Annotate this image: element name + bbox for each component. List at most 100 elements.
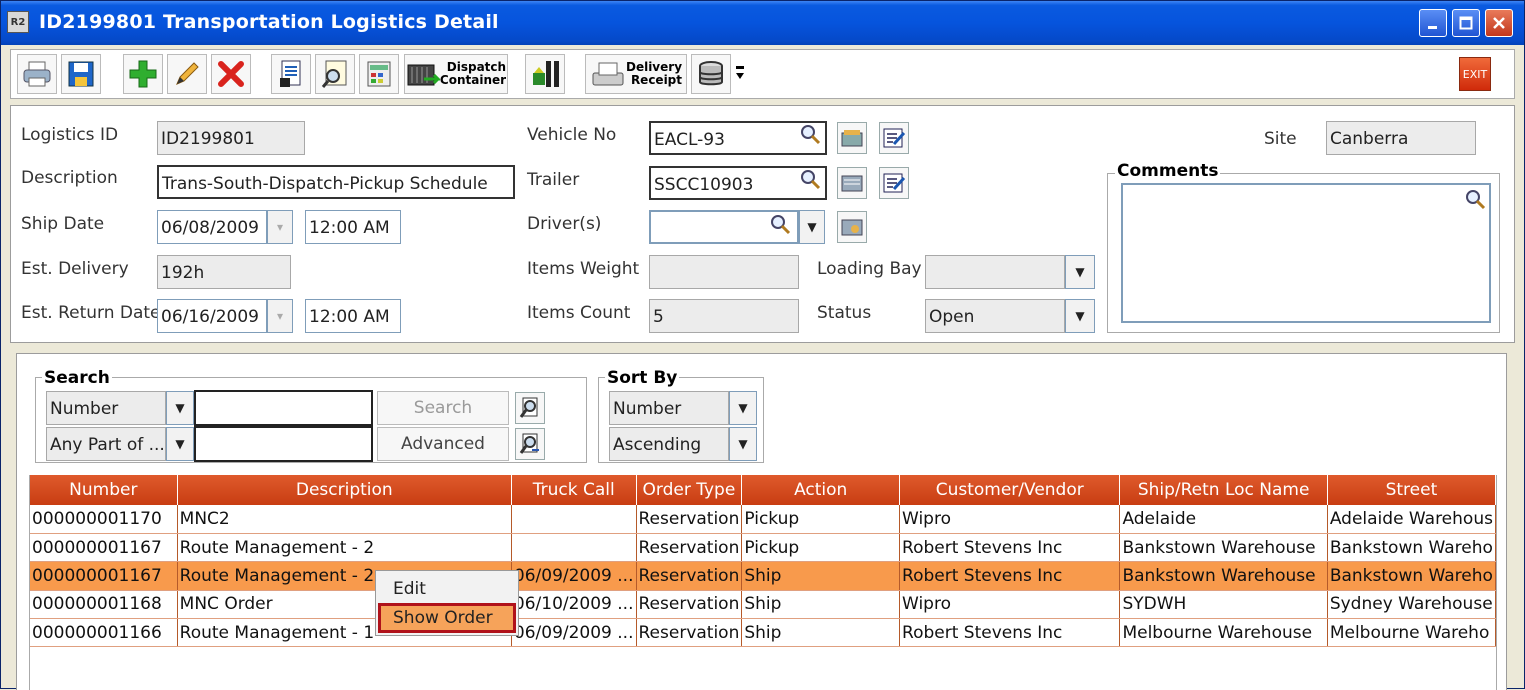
delivery-receipt-button[interactable]: Delivery Receipt [585, 54, 687, 94]
close-button[interactable] [1485, 9, 1513, 37]
drivers-label: Driver(s) [527, 214, 602, 234]
dispatch-label-2: Container [439, 73, 507, 87]
search-input[interactable] [194, 390, 373, 426]
comments-field[interactable] [1121, 183, 1491, 323]
column-header[interactable]: Truck Call [511, 475, 637, 505]
items-count-label: Items Count [527, 303, 631, 323]
column-header[interactable]: Ship/Retn Loc Name [1119, 475, 1328, 505]
status-dropdown[interactable]: ▼ [1065, 299, 1095, 333]
table-cell: Reservation [636, 618, 743, 648]
est-return-dropdown[interactable]: ▾ [267, 299, 293, 333]
table-cell: 000000001166 [30, 618, 178, 648]
title-bar[interactable]: R2 ID2199801 Transportation Logistics De… [1, 1, 1524, 45]
table-row[interactable]: 000000001170 MNC2 Reservation Pickup Wipro Ad… [30, 505, 1496, 534]
status-select[interactable]: Open [925, 299, 1065, 333]
sort-field-select[interactable]: Number [609, 391, 729, 425]
logistics-id-label: Logistics ID [21, 125, 119, 145]
est-return-date-field[interactable]: 06/16/2009 [157, 299, 267, 333]
menu-item-show-order[interactable]: Show Order [378, 603, 516, 633]
add-button[interactable] [123, 54, 163, 94]
table-cell: Bankstown Warehouse [1119, 533, 1328, 563]
table-row[interactable]: 000000001167 Route Management - 2 Reservat… [30, 533, 1496, 563]
column-header[interactable]: Street [1327, 475, 1496, 505]
items-count-field: 5 [649, 299, 799, 333]
est-return-label: Est. Return Date [21, 303, 161, 323]
table-cell: Robert Stevens Inc [899, 618, 1121, 648]
chevron-down-icon: ▼ [175, 401, 185, 415]
match-type-dropdown[interactable]: ▼ [166, 427, 194, 461]
table-row[interactable]: 000000001166 Route Management - 1 06/09/20… [30, 618, 1496, 648]
table-cell: 06/09/2009 ... [511, 618, 637, 648]
advanced-find-button[interactable] [515, 428, 545, 460]
chevron-down-icon: ▾ [276, 220, 284, 234]
minimize-icon [1428, 26, 1437, 29]
table-cell: Melbourne Warehouse [1119, 618, 1328, 648]
vehicle-no-label: Vehicle No [527, 125, 617, 145]
edit-button[interactable] [167, 54, 207, 94]
loading-dock-button[interactable] [525, 54, 565, 94]
table-row[interactable]: 000000001168 MNC Order 06/10/2009 ... Reser… [30, 590, 1496, 620]
column-header[interactable]: Description [177, 475, 512, 505]
trailer-label: Trailer [527, 170, 580, 190]
match-type-select[interactable]: Any Part of ... [46, 427, 166, 461]
table-cell: Ship [741, 590, 901, 620]
search-button[interactable]: Search [377, 391, 509, 425]
search-icon[interactable] [799, 168, 821, 190]
table-cell: 06/09/2009 ... [511, 561, 637, 591]
search-input-2[interactable] [194, 426, 373, 462]
dispatch-container-button[interactable]: Dispatch Container [404, 54, 508, 94]
drivers-lookup-button[interactable] [837, 211, 867, 243]
table-row[interactable]: 000000001167 Route Management - 2 06/09/20… [30, 561, 1496, 591]
exit-button[interactable]: EXIT [1457, 54, 1493, 94]
table-cell [511, 533, 637, 563]
est-return-time-field[interactable]: 12:00 AM [305, 299, 401, 333]
description-field[interactable]: Trans-South-Dispatch-Pickup Schedule [157, 165, 515, 199]
search-field-select[interactable]: Number [46, 391, 166, 425]
advanced-search-button[interactable]: Advanced [377, 427, 509, 461]
ship-time-field[interactable]: 12:00 AM [305, 210, 401, 244]
drivers-dropdown[interactable]: ▼ [799, 210, 825, 244]
ship-date-dropdown[interactable]: ▾ [267, 210, 293, 244]
sort-order-dropdown[interactable]: ▼ [729, 427, 757, 461]
search-icon[interactable] [769, 213, 791, 235]
column-header[interactable]: Order Type [636, 475, 743, 505]
search-find-button[interactable] [515, 392, 545, 424]
pencil-icon [176, 62, 199, 85]
table-cell: 06/10/2009 ... [511, 590, 637, 620]
ship-date-field[interactable]: 06/08/2009 [157, 210, 267, 244]
maximize-icon [1459, 16, 1473, 30]
search-icon[interactable] [799, 123, 821, 145]
est-delivery-label: Est. Delivery [21, 259, 129, 279]
minimize-button[interactable] [1419, 9, 1447, 37]
menu-item-edit[interactable]: Edit [378, 574, 516, 604]
container-icon [407, 64, 440, 86]
vehicle-lookup-button[interactable] [837, 122, 867, 154]
column-header[interactable]: Number [30, 475, 178, 505]
column-header[interactable]: Customer/Vendor [899, 475, 1121, 505]
column-header[interactable]: Action [741, 475, 901, 505]
delete-button[interactable] [211, 54, 251, 94]
database-button[interactable] [691, 54, 731, 94]
table-cell: 000000001167 [30, 561, 178, 591]
loading-bay-select[interactable] [925, 255, 1065, 289]
trailer-lookup-button[interactable] [837, 167, 867, 199]
more-options-dropdown[interactable] [733, 54, 747, 94]
calculator-button[interactable] [359, 54, 399, 94]
search-field-dropdown[interactable]: ▼ [166, 391, 194, 425]
table-cell: SYDWH [1119, 590, 1328, 620]
advanced-find-icon [519, 433, 539, 454]
table-cell: Wipro [899, 505, 1121, 534]
sort-field-dropdown[interactable]: ▼ [729, 391, 757, 425]
trailer-edit-button[interactable] [879, 167, 909, 199]
table-cell: Wipro [899, 590, 1121, 620]
loading-bay-dropdown[interactable]: ▼ [1065, 255, 1095, 289]
table-cell: Adelaide Warehous [1327, 505, 1496, 534]
document-button[interactable] [271, 54, 311, 94]
preview-button[interactable] [315, 54, 355, 94]
maximize-button[interactable] [1452, 9, 1480, 37]
search-icon[interactable] [1464, 188, 1486, 210]
save-button[interactable] [61, 54, 101, 94]
vehicle-edit-button[interactable] [879, 122, 909, 154]
print-button[interactable] [17, 54, 57, 94]
sort-order-select[interactable]: Ascending [609, 427, 729, 461]
